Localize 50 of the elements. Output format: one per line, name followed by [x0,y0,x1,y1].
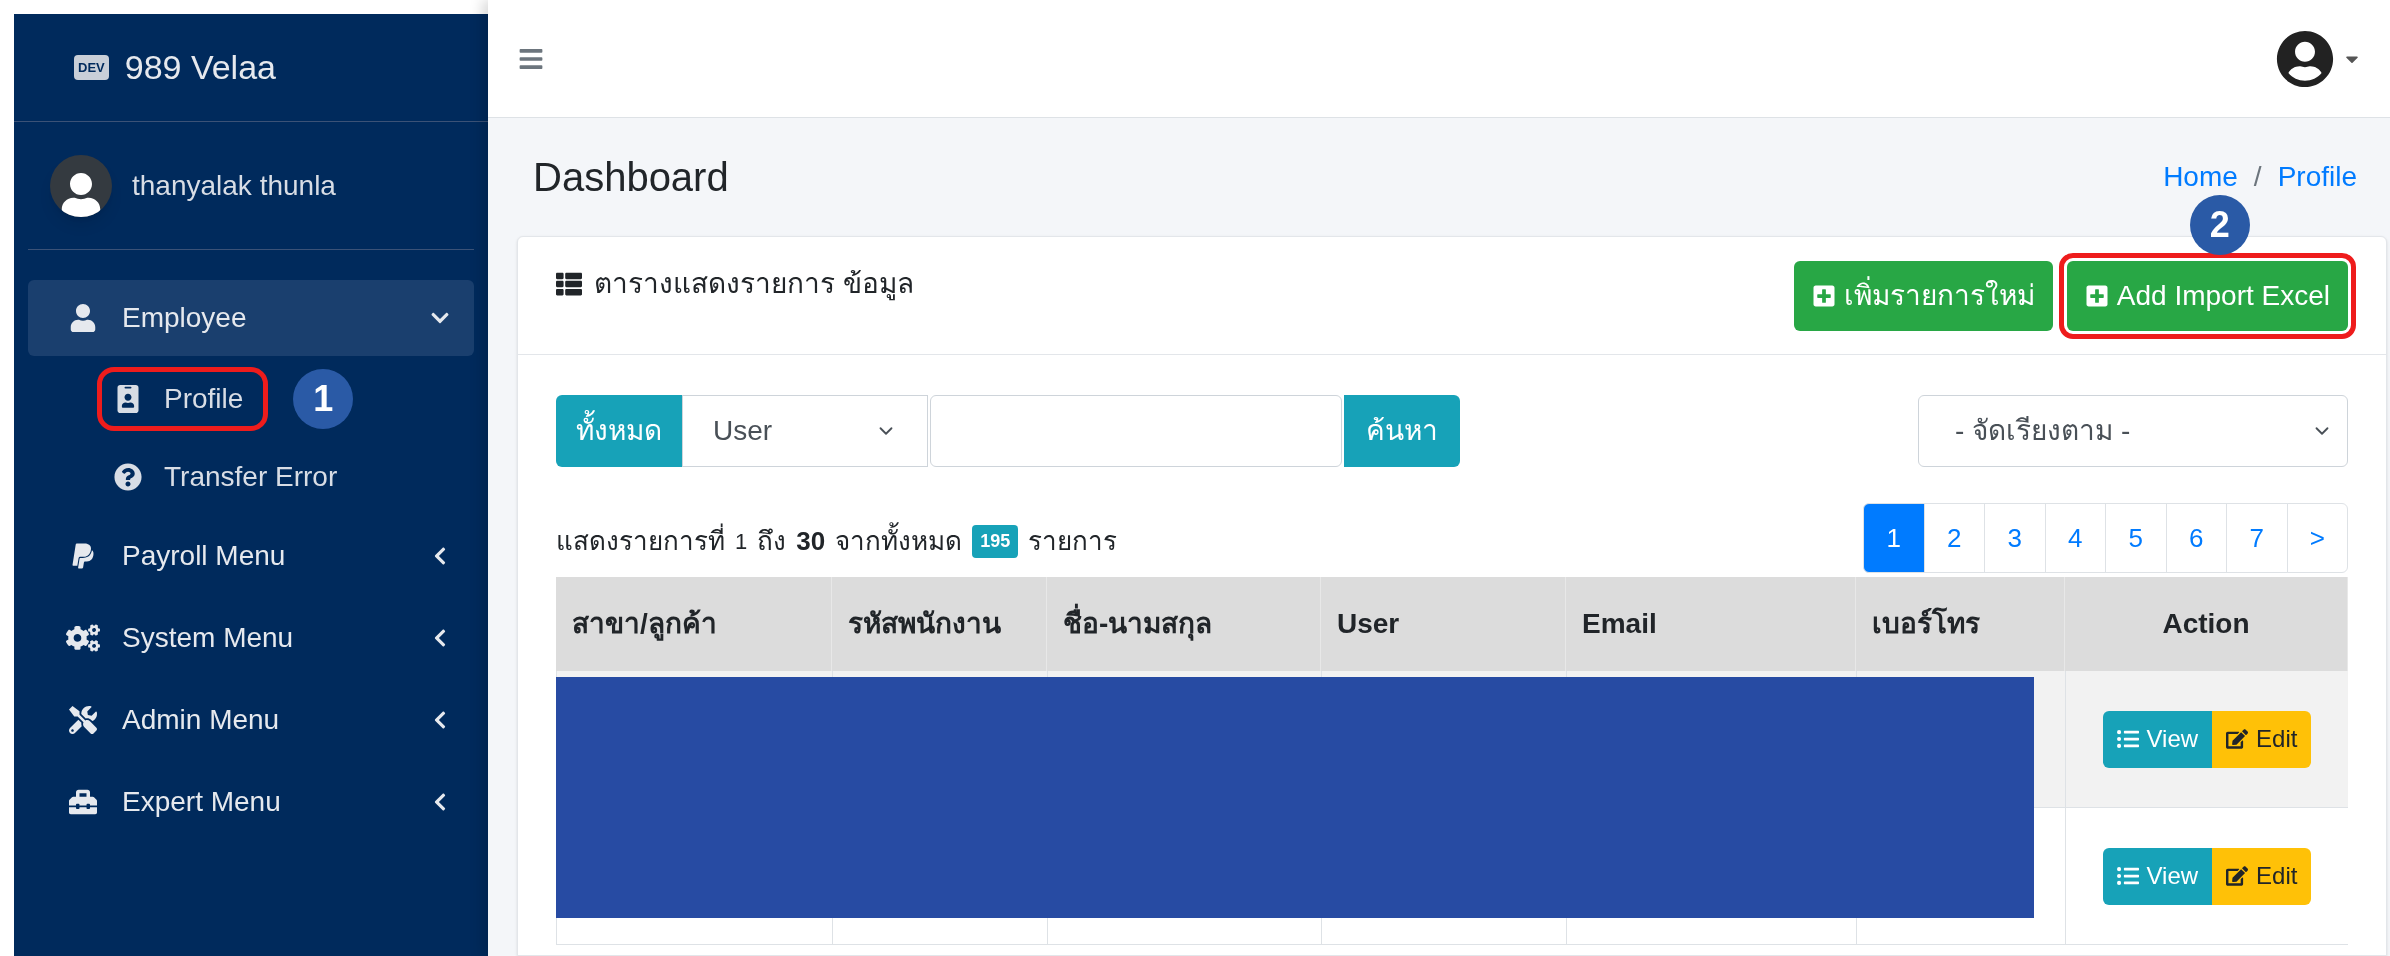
breadcrumb-separator: / [2253,160,2262,194]
menu-item[interactable]: Payroll Menu [28,518,474,594]
search-field[interactable] [930,395,1342,467]
page-link[interactable]: 1 [1863,503,1925,573]
user-avatar-icon[interactable] [2276,29,2334,88]
add-button[interactable]: เพิ่มรายการใหม่ [1793,261,2053,331]
menu-item[interactable]: Admin Menu [28,682,474,758]
dev-badge: DEV [74,54,109,81]
summary-text: จากทั้งหมด [835,522,963,561]
summary-text: ถึง [757,525,787,558]
edit-button[interactable]: Edit [2212,847,2312,905]
brand-name: 989 Velaa [124,47,276,88]
edit-icon [2226,728,2249,750]
list-icon [2116,728,2139,750]
page-link[interactable]: > [2286,503,2348,573]
list-icon [2116,865,2139,887]
page-link[interactable]: 5 [2105,503,2167,573]
search-button[interactable]: ค้นหา [1344,395,1460,467]
menu-item[interactable]: Expert Menu [28,764,474,840]
page-link[interactable]: 4 [2044,503,2106,573]
edit-button[interactable]: Edit [2212,710,2312,768]
plus-icon [2084,284,2109,308]
breadcrumb-link[interactable]: Profile [2277,156,2357,198]
page-title: Dashboard [533,154,729,201]
edit-icon [2226,865,2249,887]
page-link[interactable]: 3 [1984,503,2046,573]
question-icon [114,463,142,491]
breadcrumb-link[interactable]: Home [2163,156,2238,198]
summary-to: 30 [796,525,826,558]
page-link[interactable]: 2 [1923,503,1985,573]
card-title: ตารางแสดงรายการ ข้อมูล [594,267,914,303]
summary-text: แสดงรายการที่ [556,522,725,561]
page-link[interactable]: 7 [2226,503,2288,573]
total-badge: 195 [972,525,1019,558]
submenu-item[interactable]: Transfer Error [102,450,358,504]
list-icon [556,271,582,297]
summary-text: รายการ [1028,525,1118,558]
view-button[interactable]: View [2102,847,2213,905]
callout-number: 1 [293,369,354,429]
callout-number: 2 [2189,195,2250,255]
page-link[interactable]: 6 [2165,503,2227,573]
sort-select[interactable]: - จัดเรียงตาม - [1918,395,2348,467]
summary-from: 1 [735,528,748,556]
all-button[interactable]: ทั้งหมด [556,395,682,467]
field-select[interactable]: User [682,395,928,467]
plus-icon [1811,284,1836,308]
menu-item[interactable]: Employee [28,280,474,356]
view-button[interactable]: View [2102,710,2213,768]
user-name: thanyalak thunla [132,168,336,203]
menu-item[interactable]: System Menu [28,600,474,676]
